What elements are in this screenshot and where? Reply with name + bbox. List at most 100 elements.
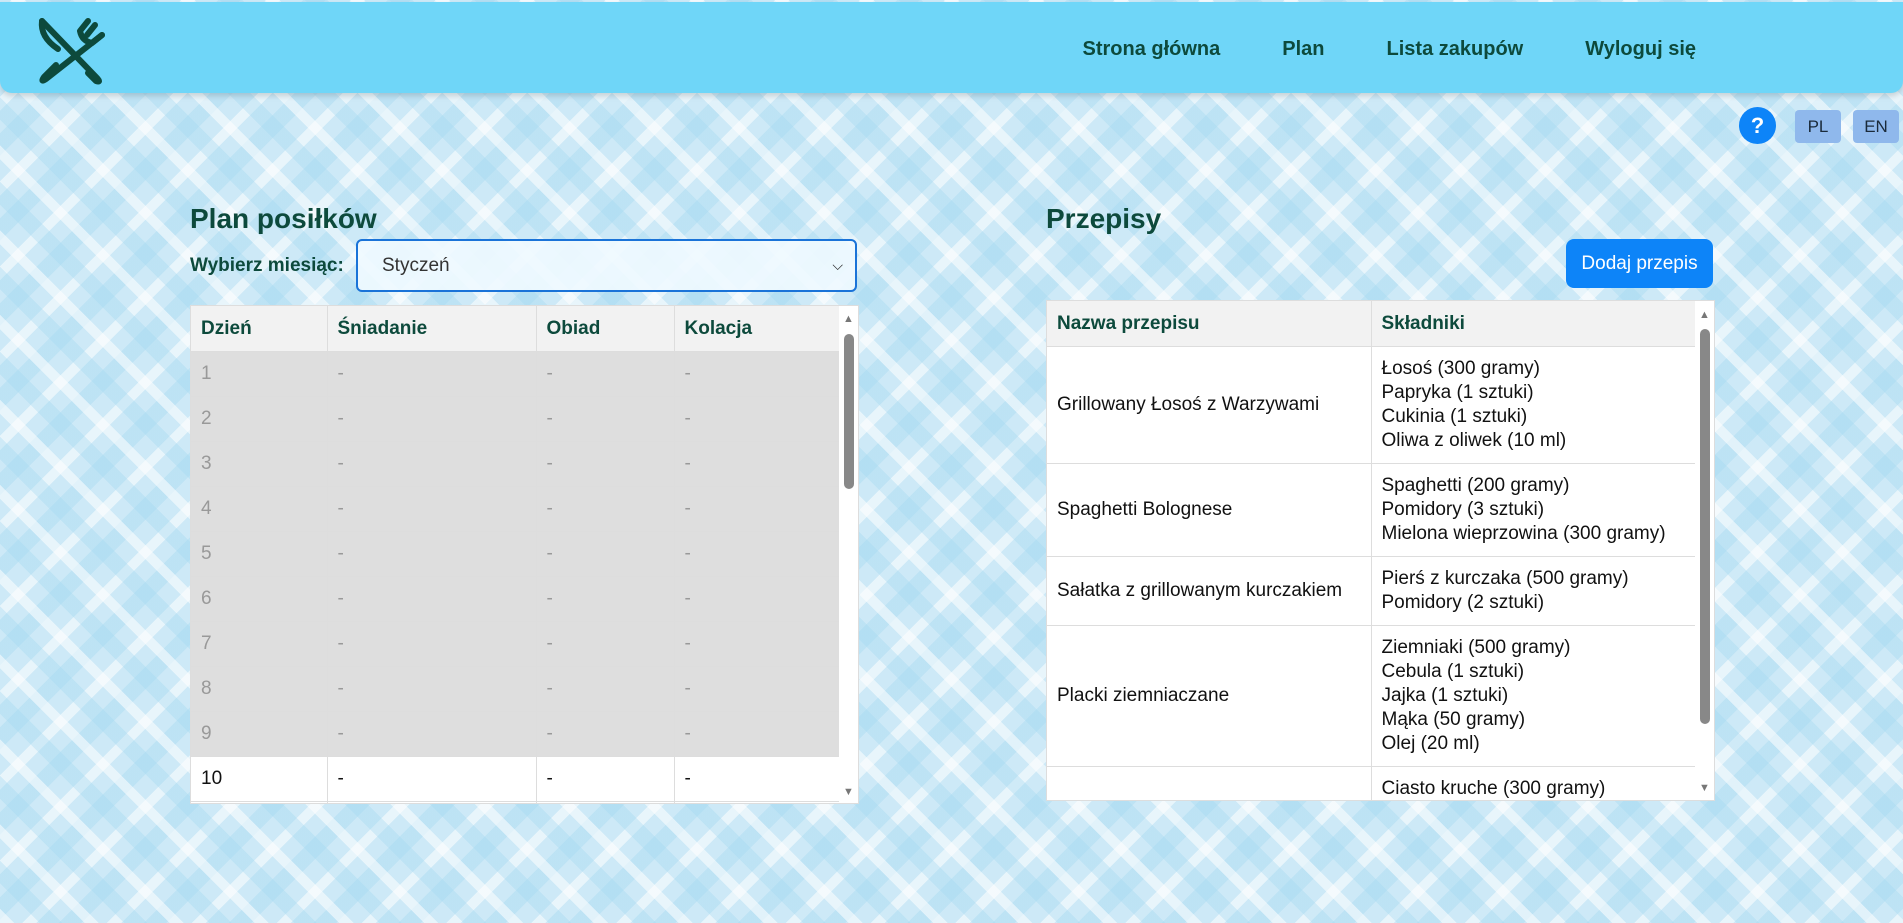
scroll-down-arrow-icon[interactable]: ▼ [843, 786, 854, 798]
lunch-cell[interactable]: - [536, 441, 675, 487]
scroll-thumb[interactable] [844, 334, 854, 489]
ingredient-item: Pomidory (3 sztuki) [1381, 499, 1545, 520]
column-header-breakfast: Śniadanie [327, 306, 537, 352]
dinner-cell[interactable]: - [674, 486, 840, 532]
table-row[interactable]: Spaghetti Bolognese Spaghetti (200 gramy)… [1047, 463, 1696, 557]
scroll-up-arrow-icon[interactable]: ▲ [1699, 309, 1710, 321]
lunch-cell[interactable]: - [536, 351, 675, 397]
meal-plan-table: Dzień Śniadanie Obiad Kolacja 1---2---3-… [191, 306, 840, 803]
dinner-cell[interactable]: - [674, 441, 840, 487]
add-recipe-button[interactable]: Dodaj przepis [1566, 239, 1713, 288]
ingredients-cell: Ciasto kruche (300 gramy) [1371, 766, 1696, 800]
table-row[interactable]: 5--- [191, 531, 840, 577]
table-row[interactable]: 11--- [191, 801, 840, 803]
dinner-cell[interactable]: - [674, 801, 840, 803]
ingredient-item: Oliwa z oliwek (10 ml) [1381, 430, 1567, 451]
breakfast-cell[interactable]: - [327, 351, 537, 397]
recipes-table-container[interactable]: Nazwa przepisu Składniki Grillowany Łoso… [1046, 300, 1715, 801]
cutlery-logo-icon[interactable] [36, 15, 108, 87]
nav-link-shopping-list[interactable]: Lista zakupów [1387, 38, 1524, 61]
nav-link-logout[interactable]: Wyloguj się [1585, 38, 1696, 61]
lunch-cell[interactable]: - [536, 756, 675, 802]
ingredients-cell: Spaghetti (200 gramy) Pomidory (3 sztuki)… [1371, 463, 1696, 557]
recipes-header-row: Nazwa przepisu Składniki [1047, 301, 1696, 347]
lunch-cell[interactable]: - [536, 666, 675, 712]
lunch-cell[interactable]: - [536, 396, 675, 442]
dinner-cell[interactable]: - [674, 396, 840, 442]
table-row[interactable]: 2--- [191, 396, 840, 442]
table-row[interactable]: Grillowany Łosoś z Warzywami Łosoś (300 g… [1047, 346, 1696, 464]
nav-link-plan[interactable]: Plan [1282, 38, 1324, 61]
breakfast-cell[interactable]: - [327, 666, 537, 712]
breakfast-cell[interactable]: - [327, 441, 537, 487]
dinner-cell[interactable]: - [674, 351, 840, 397]
lunch-cell[interactable]: - [536, 486, 675, 532]
column-header-recipe-name: Nazwa przepisu [1047, 301, 1372, 347]
meal-plan-scrollbar[interactable]: ▲ ▼ [839, 306, 858, 803]
table-row[interactable]: Sałatka z grillowanym kurczakiem Pierś z … [1047, 556, 1696, 626]
day-cell: 3 [191, 441, 328, 487]
breakfast-cell[interactable]: - [327, 801, 537, 803]
breakfast-cell[interactable]: - [327, 711, 537, 757]
day-cell: 9 [191, 711, 328, 757]
table-row[interactable]: Ciasto kruche (300 gramy) [1047, 766, 1696, 800]
month-select[interactable]: Styczeń ⌵ [356, 239, 857, 292]
language-pl-button[interactable]: PL [1795, 110, 1841, 143]
lunch-cell[interactable]: - [536, 801, 675, 803]
recipes-scrollbar[interactable]: ▲ ▼ [1695, 301, 1714, 800]
ingredient-item: Cukinia (1 sztuki) [1381, 406, 1528, 427]
table-row[interactable]: Placki ziemniaczane Ziemniaki (500 gramy)… [1047, 625, 1696, 767]
breakfast-cell[interactable]: - [327, 486, 537, 532]
dinner-cell[interactable]: - [674, 576, 840, 622]
lunch-cell[interactable]: - [536, 621, 675, 667]
table-row[interactable]: 4--- [191, 486, 840, 532]
recipe-name-cell: Grillowany Łosoś z Warzywami [1047, 346, 1372, 464]
ingredient-item: Łosoś (300 gramy) [1381, 358, 1540, 379]
nav-link-home[interactable]: Strona główna [1082, 38, 1220, 61]
scroll-down-arrow-icon[interactable]: ▼ [1699, 782, 1710, 794]
help-button[interactable]: ? [1739, 107, 1776, 144]
dinner-cell[interactable]: - [674, 756, 840, 802]
column-header-day: Dzień [191, 306, 328, 352]
dinner-cell[interactable]: - [674, 666, 840, 712]
day-cell: 10 [191, 756, 328, 802]
meal-plan-title: Plan posiłków [190, 203, 377, 234]
table-row[interactable]: 7--- [191, 621, 840, 667]
ingredient-item: Cebula (1 sztuki) [1381, 661, 1525, 682]
ingredient-item: Mąka (50 gramy) [1381, 709, 1526, 730]
lunch-cell[interactable]: - [536, 711, 675, 757]
recipes-title: Przepisy [1046, 203, 1162, 234]
table-row[interactable]: 6--- [191, 576, 840, 622]
scroll-thumb[interactable] [1700, 329, 1710, 724]
dinner-cell[interactable]: - [674, 531, 840, 577]
language-en-button[interactable]: EN [1853, 110, 1899, 143]
recipe-name-cell: Placki ziemniaczane [1047, 625, 1372, 767]
ingredient-item: Olej (20 ml) [1381, 733, 1480, 754]
table-row[interactable]: 3--- [191, 441, 840, 487]
breakfast-cell[interactable]: - [327, 621, 537, 667]
lunch-cell[interactable]: - [536, 531, 675, 577]
recipes-table: Nazwa przepisu Składniki Grillowany Łoso… [1047, 301, 1696, 800]
ingredient-item: Jajka (1 sztuki) [1381, 685, 1509, 706]
table-row[interactable]: 1--- [191, 351, 840, 397]
scroll-up-arrow-icon[interactable]: ▲ [843, 313, 854, 325]
breakfast-cell[interactable]: - [327, 531, 537, 577]
breakfast-cell[interactable]: - [327, 756, 537, 802]
breakfast-cell[interactable]: - [327, 396, 537, 442]
table-row[interactable]: 9--- [191, 711, 840, 757]
recipe-name-cell: Sałatka z grillowanym kurczakiem [1047, 556, 1372, 626]
lunch-cell[interactable]: - [536, 576, 675, 622]
ingredient-item: Papryka (1 sztuki) [1381, 382, 1534, 403]
ingredient-item: Spaghetti (200 gramy) [1381, 475, 1570, 496]
dinner-cell[interactable]: - [674, 711, 840, 757]
day-cell: 11 [191, 801, 328, 803]
table-row[interactable]: 8--- [191, 666, 840, 712]
ingredient-item: Ciasto kruche (300 gramy) [1381, 778, 1606, 799]
table-row[interactable]: 10- - - [191, 756, 840, 802]
dinner-cell[interactable]: - [674, 621, 840, 667]
meal-plan-table-container[interactable]: Dzień Śniadanie Obiad Kolacja 1---2---3-… [190, 305, 859, 804]
ingredients-cell: Ziemniaki (500 gramy) Cebula (1 sztuki) Ja… [1371, 625, 1696, 767]
recipe-name-cell [1047, 766, 1372, 800]
breakfast-cell[interactable]: - [327, 576, 537, 622]
navbar: Strona główna Plan Lista zakupów Wyloguj… [0, 2, 1903, 93]
